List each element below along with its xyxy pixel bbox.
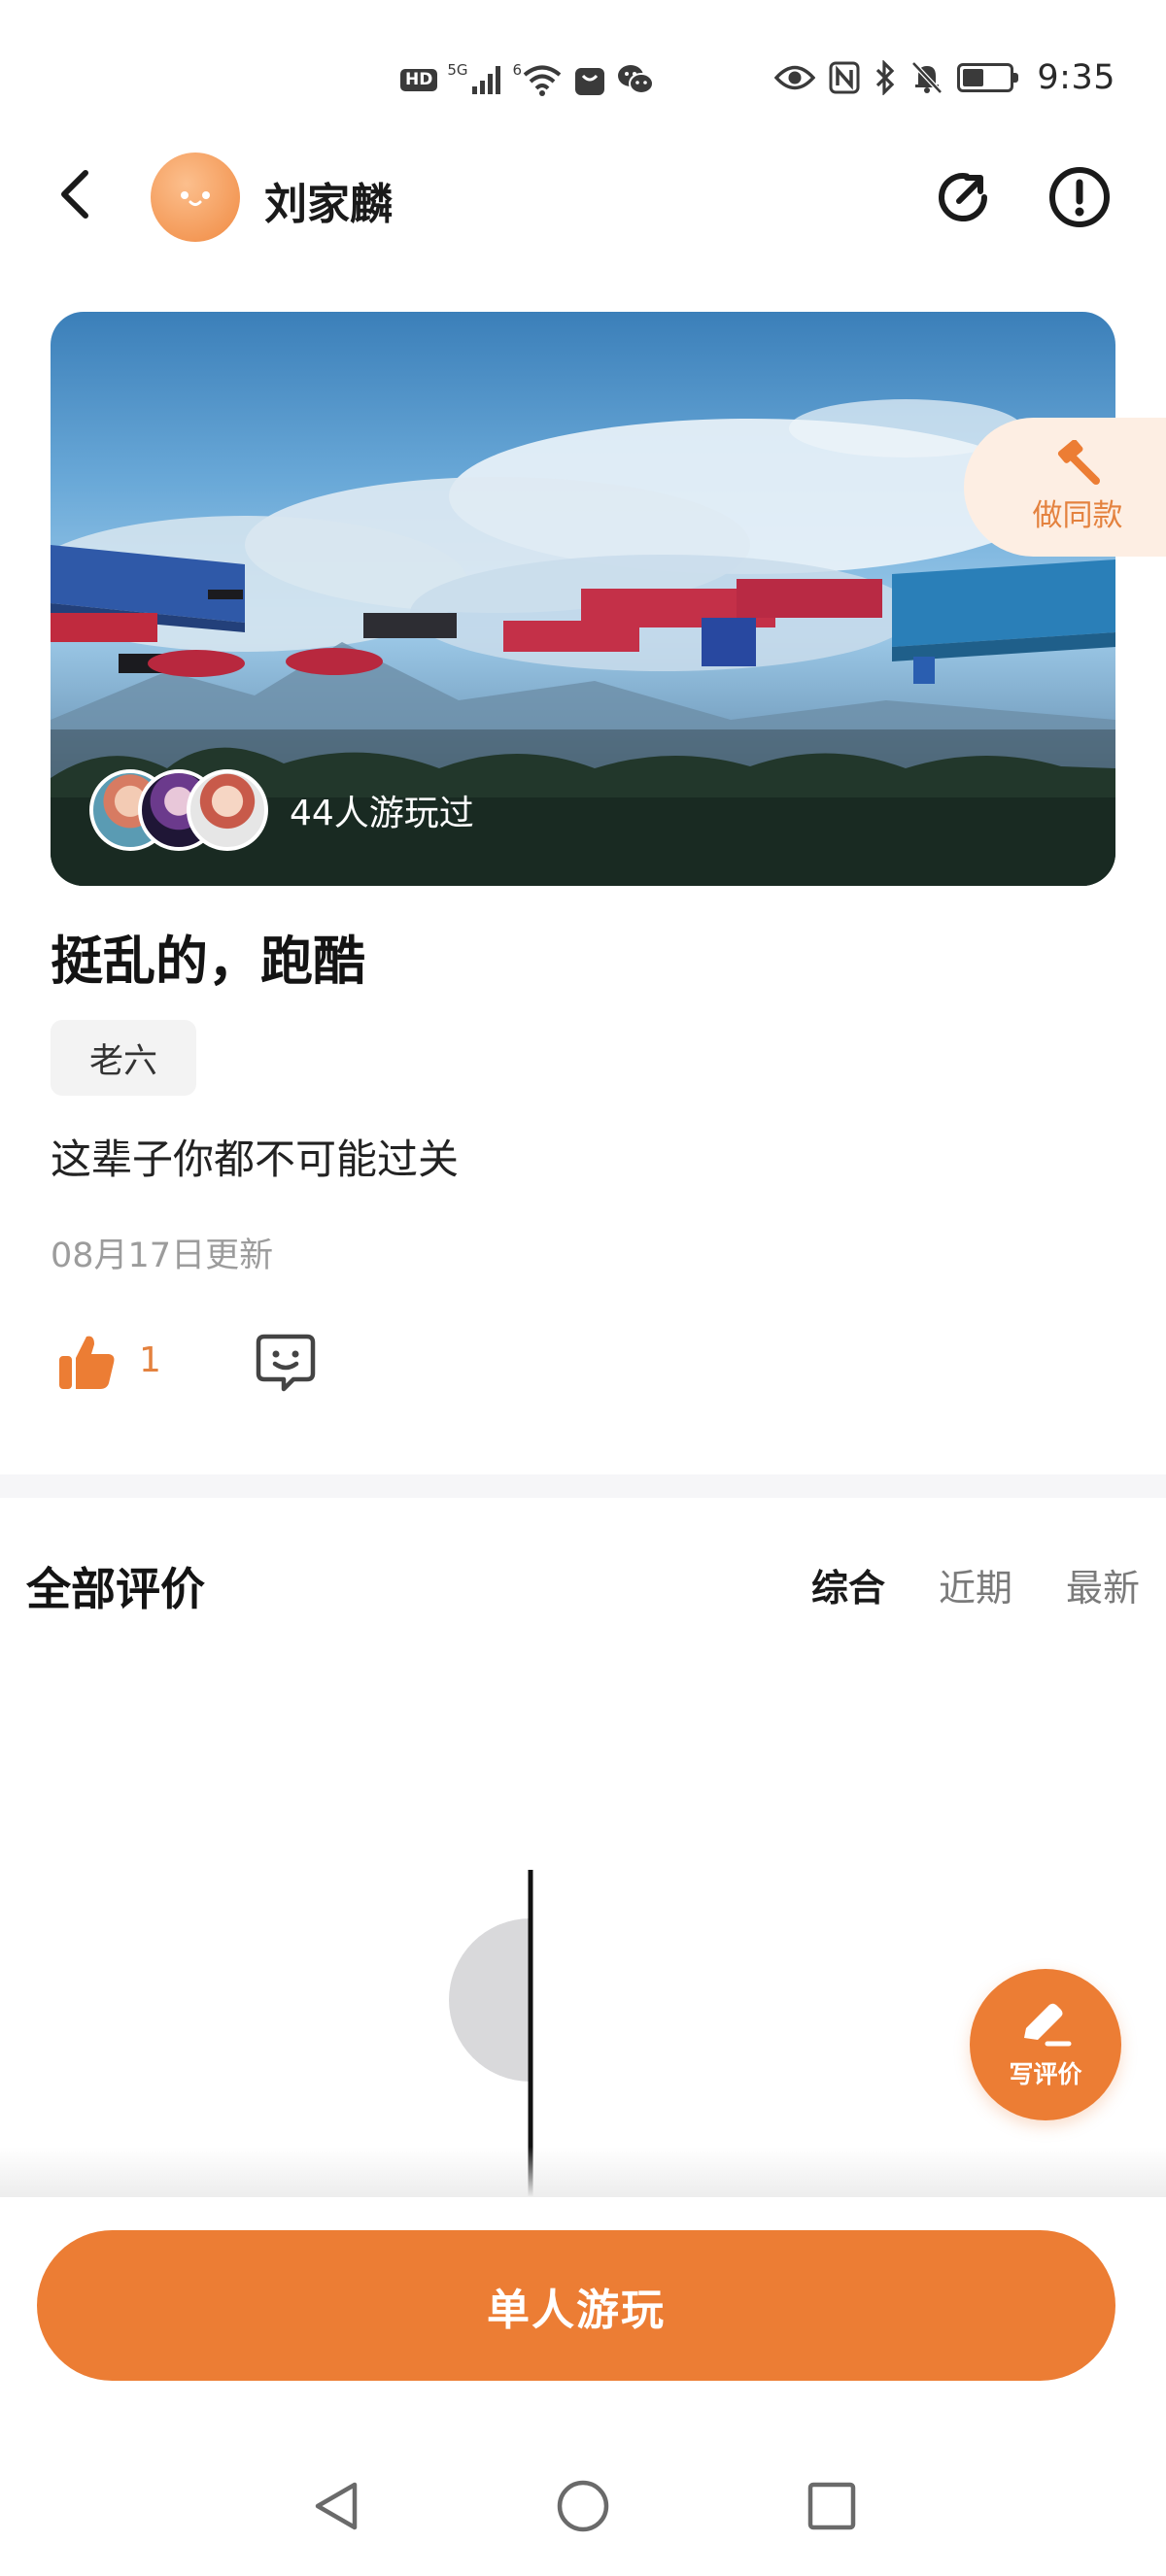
reviews-title: 全部评价 [26, 1563, 205, 1615]
hd-badge: HD [400, 68, 438, 91]
battery-fill [963, 69, 984, 86]
sort-tab-recent[interactable]: 近期 [939, 1558, 1012, 1611]
game-detail-page: HD 5G 6 9:35 刘家麟 44人游玩过 做同款 挺乱的，跑酷 老六 这辈… [0, 0, 1166, 2576]
sort-tab-comprehensive[interactable]: 综合 [811, 1558, 885, 1611]
pencil-icon [1024, 2003, 1072, 2047]
game-description: 这辈子你都不可能过关 [51, 1135, 460, 1183]
write-review-label: 写评价 [1009, 2060, 1082, 2088]
clock: 9:35 [1037, 58, 1115, 97]
comment-button[interactable] [255, 1331, 317, 1393]
update-date: 08月17日更新 [51, 1237, 274, 1275]
top-header: 刘家麟 [0, 146, 1166, 253]
single-play-button[interactable]: 单人游玩 [37, 2230, 1115, 2381]
tag-chip[interactable]: 老六 [51, 1020, 197, 1096]
bluetooth-icon [874, 60, 897, 95]
like-button[interactable] [55, 1331, 118, 1393]
wifi-icon: 6 [513, 63, 564, 96]
nav-back-button[interactable] [308, 2477, 366, 2535]
status-right: 9:35 [774, 54, 1115, 101]
status-left: HD 5G 6 [400, 58, 655, 101]
player-avatar [187, 769, 268, 851]
comment-smile-icon [256, 1334, 316, 1392]
share-icon [939, 173, 987, 222]
report-button[interactable] [1045, 162, 1115, 232]
shopping-bag-icon [572, 62, 607, 97]
network-label: 5G [447, 61, 468, 79]
author-name[interactable]: 刘家麟 [264, 169, 393, 231]
author-avatar[interactable] [151, 153, 240, 242]
circle-home-icon [557, 2480, 609, 2532]
system-nav-bar [0, 2448, 1166, 2576]
nav-recent-button[interactable] [803, 2477, 861, 2535]
write-review-button[interactable]: 写评价 [970, 1969, 1121, 2120]
report-icon [1049, 167, 1110, 227]
hammer-icon [1057, 440, 1100, 485]
eye-icon [774, 63, 816, 92]
avatar-face-icon [181, 191, 210, 206]
sort-tabs: 综合 近期 最新 [811, 1558, 1140, 1611]
wifi-label: 6 [512, 61, 523, 79]
status-bar: HD 5G 6 9:35 [0, 0, 1166, 146]
share-button[interactable] [928, 162, 998, 232]
back-arrow-icon [61, 170, 88, 219]
back-button[interactable] [49, 167, 103, 221]
bell-muted-icon [910, 60, 943, 95]
bottom-fade [0, 2147, 1166, 2197]
nav-home-button[interactable] [554, 2477, 612, 2535]
played-by-group[interactable]: 44人游玩过 [89, 768, 474, 852]
played-count: 44人游玩过 [290, 794, 474, 833]
game-title: 挺乱的，跑酷 [51, 931, 365, 992]
sort-tab-newest[interactable]: 最新 [1066, 1558, 1140, 1611]
remix-label: 做同款 [1032, 498, 1123, 533]
game-cover-image[interactable]: 44人游玩过 [51, 312, 1115, 886]
nfc-icon [829, 61, 860, 94]
remix-button[interactable]: 做同款 [964, 418, 1166, 557]
wechat-icon [617, 63, 655, 96]
square-recent-icon [807, 2482, 856, 2530]
thumbs-up-icon [59, 1336, 115, 1389]
section-divider [0, 1474, 1166, 1498]
like-count: 1 [139, 1340, 161, 1380]
triangle-back-icon [315, 2482, 358, 2530]
battery-icon [957, 63, 1019, 92]
signal-icon: 5G [447, 63, 502, 96]
